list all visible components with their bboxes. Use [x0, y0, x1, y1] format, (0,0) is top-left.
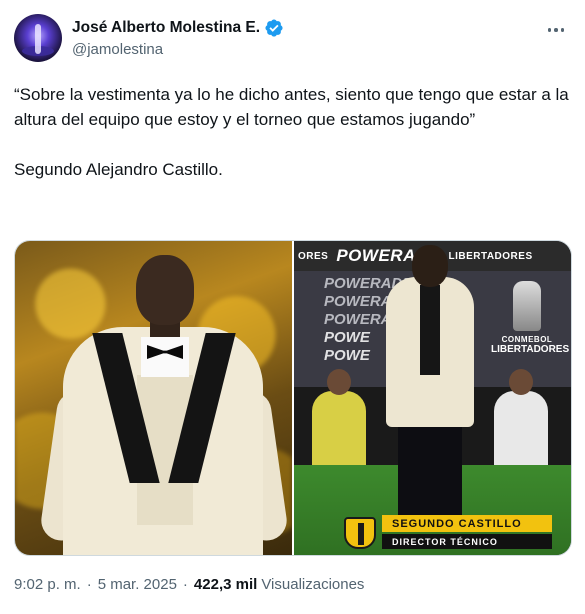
photo-left[interactable]	[15, 241, 292, 555]
meta-separator: ·	[86, 576, 92, 593]
more-dot	[560, 28, 565, 32]
more-dot	[547, 28, 552, 32]
more-dot	[554, 28, 558, 32]
trophy-icon	[513, 281, 541, 331]
media-grid: ORES POWERADE LIBERTADORES POWERADE POWE…	[14, 240, 572, 556]
avatar-figure	[35, 24, 41, 54]
conmebol-logo: CONMEBOL LIBERTADORES	[491, 281, 570, 355]
lower-third-name: SEGUNDO CASTILLO	[382, 515, 552, 532]
coach-lapel	[420, 285, 440, 375]
views-count: 422,3 mil	[193, 576, 258, 593]
bench-player	[312, 369, 366, 471]
tweet-time[interactable]: 9:02 p. m.	[14, 576, 81, 593]
tweet-header: José Alberto Molestina E. @jamolestina	[14, 14, 572, 64]
conmebol-label: CONMEBOL	[501, 335, 553, 344]
photo-head	[136, 255, 194, 325]
bench-player-head	[327, 369, 351, 395]
club-crest-icon	[344, 517, 376, 549]
ad-band-text: ORES	[298, 250, 329, 262]
meta-separator: ·	[182, 576, 188, 593]
author-avatar[interactable]	[14, 14, 62, 62]
more-options-icon[interactable]	[544, 20, 568, 40]
lower-third-role: DIRECTOR TÉCNICO	[382, 534, 552, 549]
verified-badge-icon	[264, 18, 284, 38]
tweet-text: “Sobre la vestimenta ya lo he dicho ante…	[14, 82, 569, 182]
bench-player	[494, 369, 548, 471]
author-handle[interactable]: @jamolestina	[72, 41, 284, 58]
coach-head	[412, 245, 448, 287]
author-display-name[interactable]: José Alberto Molestina E.	[72, 19, 260, 37]
author-names: José Alberto Molestina E. @jamolestina	[72, 18, 284, 58]
display-name-row: José Alberto Molestina E.	[72, 18, 284, 38]
ad-band-text: LIBERTADORES	[448, 250, 533, 262]
photo-right[interactable]: ORES POWERADE LIBERTADORES POWERADE POWE…	[294, 241, 571, 555]
tweet-date[interactable]: 5 mar. 2025	[98, 576, 177, 593]
libertadores-label: LIBERTADORES	[491, 344, 570, 355]
views-label: Visualizaciones	[261, 576, 365, 593]
tv-lower-third: SEGUNDO CASTILLO DIRECTOR TÉCNICO	[344, 515, 552, 551]
tweet-card: José Alberto Molestina E. @jamolestina “…	[0, 0, 585, 614]
tweet-quote: “Sobre la vestimenta ya lo he dicho ante…	[14, 85, 569, 129]
tweet-meta: 9:02 p. m. · 5 mar. 2025 · 422,3 mil Vis…	[14, 576, 364, 593]
bench-player-head	[509, 369, 533, 395]
tweet-attribution: Segundo Alejandro Castillo.	[14, 160, 223, 179]
